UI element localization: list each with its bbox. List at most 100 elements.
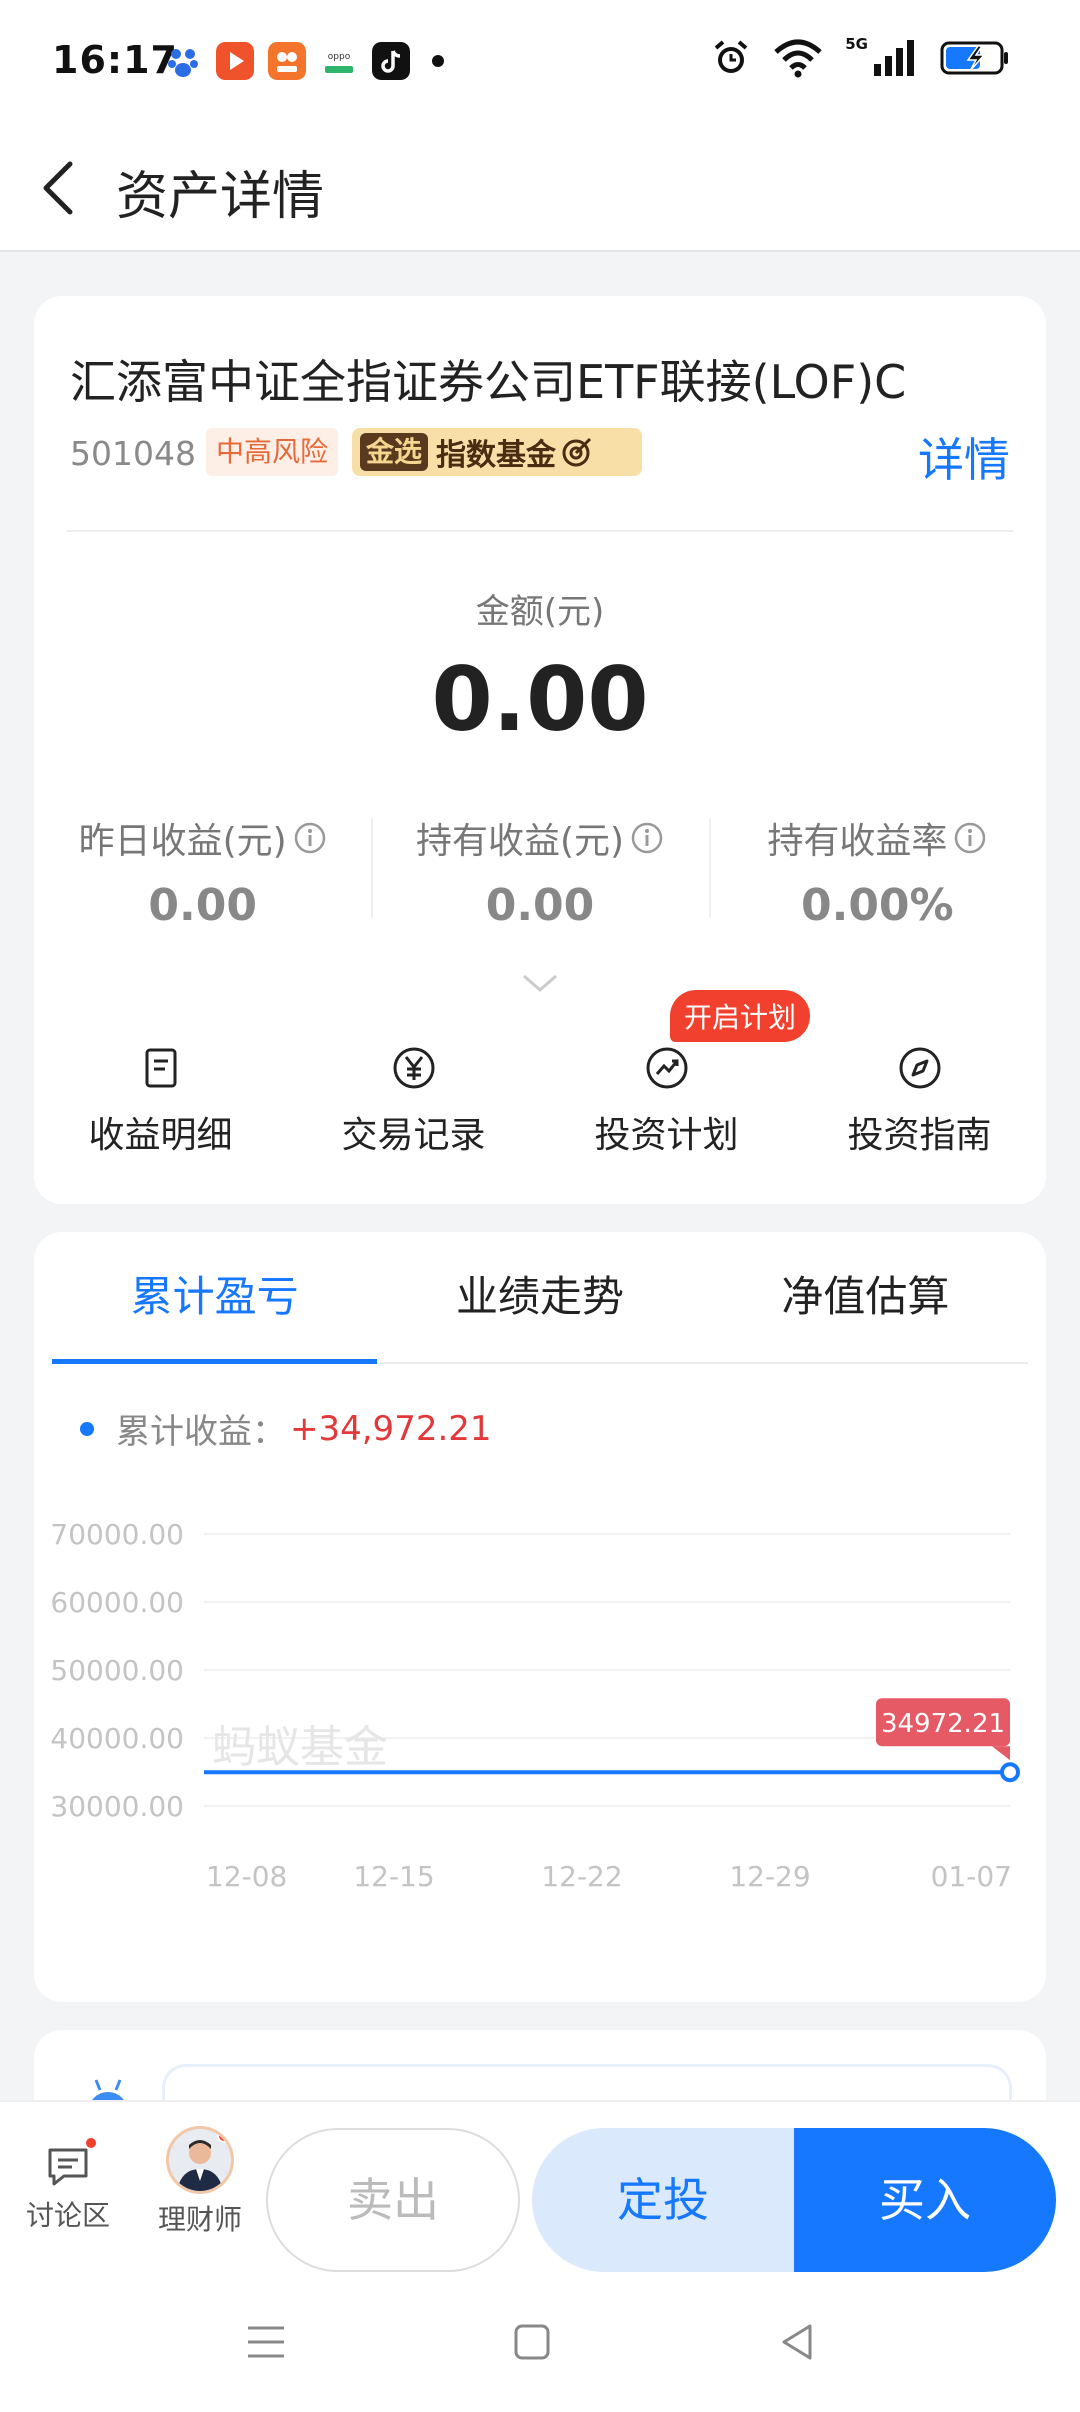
stat-holding-rate: 持有收益率 0.00%: [708, 812, 1046, 931]
action-label: 收益明细: [88, 1115, 233, 1156]
asset-summary-card: 汇添富中证全指证券公司ETF联接(LOF)C 501048 中高风险 金选 指数…: [34, 296, 1046, 1204]
discussion-button[interactable]: 讨论区: [26, 2136, 111, 2234]
stat-value: 0.00: [148, 880, 257, 931]
amount-label: 金额(元): [475, 592, 605, 632]
x-tick-label: 12-15: [353, 1860, 434, 1893]
bottom-action-bar: 讨论区 理财师 卖出 定投 买入: [0, 2100, 1080, 2272]
chart-tabs: 累计盈亏 业绩走势 净值估算: [52, 1232, 1028, 1364]
back-icon[interactable]: [774, 2318, 822, 2366]
trend-circle-icon: [646, 1047, 687, 1089]
legend-value: +34,972.21: [290, 1408, 492, 1449]
stat-label: 持有收益率: [767, 821, 948, 862]
amount-value: 0.00: [431, 648, 649, 751]
video-icon: [216, 42, 254, 80]
y-tick-label: 60000.00: [50, 1586, 184, 1619]
back-chevron-icon[interactable]: [36, 150, 96, 226]
last-value-label: 34972.21: [881, 1709, 1005, 1739]
x-tick-label: 12-22: [541, 1860, 622, 1893]
market-icon: [268, 42, 306, 80]
fund-detail-link[interactable]: 详情: [918, 424, 1010, 490]
stat-value: 0.00%: [800, 880, 954, 931]
gold-mark: 金选: [360, 433, 429, 471]
advisor-button[interactable]: 理财师: [152, 2126, 248, 2238]
notification-icons: oppo: [164, 42, 444, 80]
gold-label: 指数基金: [436, 438, 557, 473]
action-income-detail[interactable]: 收益明细: [34, 1044, 287, 1158]
profit-chart-card: 累计盈亏 业绩走势 净值估算 累计收益： +34,972.21 70000.00…: [34, 1232, 1046, 2002]
x-tick-label: 01-07: [931, 1860, 1012, 1893]
action-invest-guide[interactable]: 投资指南: [793, 1044, 1046, 1158]
stat-yesterday-profit: 昨日收益(元) 0.00: [34, 812, 371, 931]
tab-cumulative-profit[interactable]: 累计盈亏: [52, 1232, 378, 1364]
tab-nav-estimate[interactable]: 净值估算: [703, 1232, 1028, 1362]
stat-label: 昨日收益(元): [78, 821, 287, 862]
action-invest-plan[interactable]: 投资计划: [540, 1044, 793, 1158]
system-nav-bar: [0, 2272, 1080, 2412]
menu-icon[interactable]: [242, 2318, 290, 2366]
y-tick-label: 50000.00: [50, 1654, 184, 1687]
compass-icon: [899, 1047, 940, 1089]
system-icons: 5G: [711, 35, 1010, 78]
action-trade-records[interactable]: 交易记录: [287, 1044, 540, 1158]
holding-stats: 昨日收益(元) 0.00 持有收益(元) 0.00 持有收益率 0.00%: [34, 812, 1046, 931]
oppo-icon: oppo: [320, 42, 358, 80]
x-tick-label: 12-08: [206, 1860, 287, 1893]
sip-button[interactable]: 定投: [532, 2128, 794, 2272]
info-icon[interactable]: [293, 821, 327, 855]
advisor-avatar: [166, 2126, 234, 2194]
stat-holding-profit: 持有收益(元) 0.00: [371, 812, 708, 931]
risk-level-tag: 中高风险: [206, 428, 339, 476]
expand-chevron-icon[interactable]: [520, 972, 560, 996]
watermark: 蚂蚁基金: [212, 1722, 388, 1773]
unread-dot: [84, 2136, 98, 2150]
home-icon[interactable]: [508, 2318, 556, 2366]
action-label: 投资指南: [847, 1115, 992, 1156]
discussion-label: 讨论区: [26, 2199, 111, 2232]
battery-charging-icon: [940, 41, 1008, 75]
tab-performance-trend[interactable]: 业绩走势: [377, 1232, 702, 1362]
legend-dot: [80, 1421, 94, 1436]
start-plan-badge[interactable]: 开启计划: [670, 990, 811, 1042]
buy-button-group: 定投 买入: [532, 2128, 1056, 2272]
advisor-unread-dot: [217, 2129, 231, 2143]
alarm-icon: [714, 40, 748, 73]
yen-circle-icon: [393, 1047, 434, 1089]
stat-value: 0.00: [485, 880, 595, 931]
status-time: 16:17: [52, 38, 178, 82]
document-icon: [145, 1048, 176, 1088]
signal-icon: [874, 40, 914, 76]
target-icon: [562, 437, 592, 467]
network-type: 5G: [845, 35, 868, 53]
page-title: 资产详情: [116, 167, 325, 227]
advisor-label: 理财师: [157, 2203, 242, 2236]
action-label: 投资计划: [594, 1115, 739, 1156]
more-notifications-dot: [432, 55, 444, 67]
stat-label: 持有收益(元): [415, 821, 625, 862]
fund-name: 汇添富中证全指证券公司ETF联接(LOF)C: [70, 355, 907, 409]
chat-icon: [44, 2136, 98, 2190]
wifi-icon: [774, 39, 822, 78]
legend-label: 累计收益：: [116, 1412, 286, 1452]
status-bar: 16:17 oppo 5G: [0, 0, 1080, 124]
sell-button[interactable]: 卖出: [266, 2128, 520, 2272]
baidu-icon: [168, 49, 198, 77]
buy-button[interactable]: 买入: [794, 2128, 1056, 2272]
y-tick-label: 30000.00: [50, 1790, 184, 1823]
last-point-marker: [1000, 1762, 1020, 1783]
action-label: 交易记录: [341, 1115, 486, 1156]
cumulative-profit-chart[interactable]: 70000.00 60000.00 50000.00 40000.00 30000.00…: [34, 1462, 1046, 2002]
x-tick-label: 12-29: [729, 1860, 810, 1893]
action-row: 收益明细 交易记录 投资计划 投资指南 开启计划: [34, 990, 1046, 1158]
gold-selection-tag[interactable]: 金选 指数基金: [352, 428, 642, 476]
divider: [66, 530, 1014, 532]
tiktok-icon: [372, 42, 410, 80]
fund-code: 501048: [70, 434, 196, 473]
info-icon[interactable]: [953, 821, 987, 855]
y-tick-label: 70000.00: [50, 1518, 184, 1551]
y-tick-label: 40000.00: [50, 1722, 184, 1755]
chart-legend: 累计收益： +34,972.21: [80, 1404, 492, 1453]
svg-text:oppo: oppo: [328, 52, 351, 62]
info-icon[interactable]: [630, 821, 664, 855]
page-header: 资产详情: [0, 124, 1080, 252]
tooltip-pointer: [992, 1746, 1010, 1761]
